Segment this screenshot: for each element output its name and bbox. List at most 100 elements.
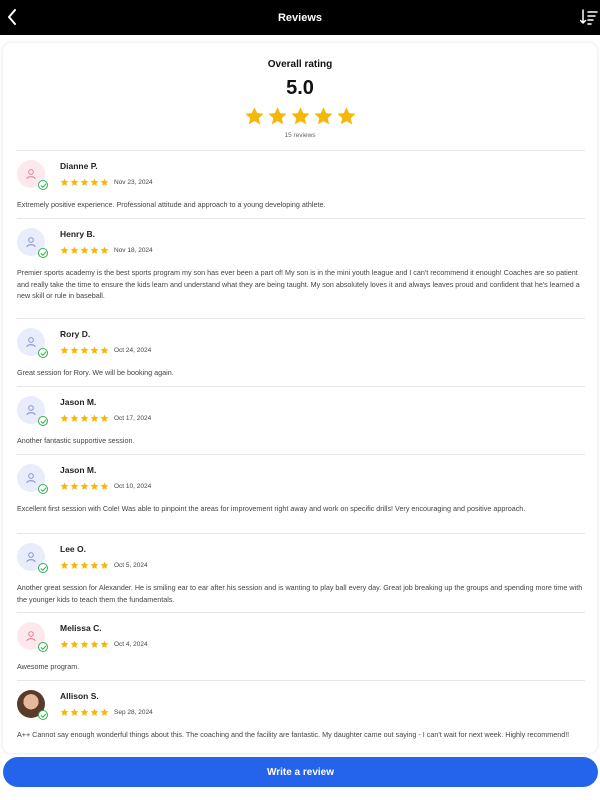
review-date: Oct 24, 2024	[114, 347, 152, 354]
page-title: Reviews	[277, 11, 323, 24]
star-icon	[80, 246, 89, 254]
verified-badge	[38, 710, 48, 720]
review-meta: Oct 10, 2024	[60, 482, 151, 491]
review-text: A++ Cannot say enough wonderful things a…	[17, 730, 570, 739]
verified-badge	[38, 348, 48, 358]
verified-badge	[38, 180, 48, 190]
star-icon	[70, 640, 79, 648]
review-item: Dianne P. Nov 23, 2024 Extremely positive …	[17, 150, 585, 218]
star-icon	[267, 107, 287, 125]
user-icon	[26, 237, 36, 248]
review-text: Excellent first session with Cole! Was a…	[17, 504, 526, 513]
review-date: Oct 4, 2024	[114, 641, 148, 648]
overall-rating-label: Overall rating	[267, 59, 333, 70]
reviewer-name: Jason M.	[60, 465, 97, 475]
user-icon	[26, 337, 36, 348]
header-bar: Reviews	[0, 0, 600, 35]
star-icon	[100, 178, 109, 186]
review-stars	[60, 708, 109, 717]
verified-badge	[38, 484, 48, 494]
avatar	[17, 543, 48, 573]
review-stars	[60, 178, 109, 187]
avatar	[17, 622, 48, 652]
overall-rating-score: 5.0	[286, 77, 314, 99]
review-stars	[60, 414, 109, 423]
star-icon	[100, 246, 109, 254]
review-count: 15 reviews	[284, 132, 316, 139]
star-icon	[80, 346, 89, 354]
star-icon	[90, 640, 99, 648]
review-date: Oct 5, 2024	[114, 562, 148, 569]
review-text: Great session for Rory. We will be booki…	[17, 368, 174, 377]
check-icon	[40, 250, 46, 256]
review-item: Rory D. Oct 24, 2024 Great session for Ror…	[17, 318, 585, 386]
star-icon	[100, 640, 109, 648]
reviewer-name: Lee O.	[60, 544, 86, 554]
review-meta: Oct 24, 2024	[60, 346, 151, 355]
check-icon	[40, 350, 46, 356]
review-meta: Oct 4, 2024	[60, 640, 148, 649]
back-button[interactable]	[4, 8, 20, 26]
star-icon	[80, 414, 89, 422]
avatar	[17, 690, 48, 720]
review-date: Nov 23, 2024	[114, 179, 153, 186]
user-icon	[26, 405, 36, 416]
review-stars	[60, 640, 109, 649]
review-date: Oct 10, 2024	[114, 483, 152, 490]
star-icon	[70, 346, 79, 354]
reviewer-name: Melissa C.	[60, 623, 102, 633]
avatar	[17, 396, 48, 426]
star-icon	[60, 346, 69, 354]
star-icon	[60, 482, 69, 490]
verified-badge	[38, 563, 48, 573]
review-date: Oct 17, 2024	[114, 415, 152, 422]
write-review-button[interactable]: Write a review	[3, 757, 598, 787]
star-icon	[90, 482, 99, 490]
review-meta: Nov 18, 2024	[60, 246, 153, 255]
review-date: Nov 18, 2024	[114, 247, 153, 254]
check-icon	[40, 486, 46, 492]
star-icon	[100, 482, 109, 490]
review-meta: Oct 5, 2024	[60, 561, 148, 570]
star-icon	[70, 561, 79, 569]
star-icon	[70, 414, 79, 422]
star-icon	[60, 246, 69, 254]
review-text: Premier sports academy is the best sport…	[17, 268, 580, 300]
star-icon	[313, 107, 333, 125]
review-stars	[60, 346, 109, 355]
user-icon	[26, 473, 36, 484]
star-icon	[244, 107, 264, 125]
overall-rating-stars	[3, 106, 597, 127]
star-icon	[100, 414, 109, 422]
verified-badge	[38, 248, 48, 258]
check-icon	[40, 182, 46, 188]
review-item: Lee O. Oct 5, 2024 Another great session f…	[17, 533, 585, 612]
review-text: Another great session for Alexander. He …	[17, 583, 583, 604]
check-icon	[40, 418, 46, 424]
star-icon	[70, 178, 79, 186]
star-icon	[90, 346, 99, 354]
verified-badge	[38, 642, 48, 652]
user-icon	[26, 552, 36, 563]
star-icon	[60, 561, 69, 569]
review-stars	[60, 246, 109, 255]
sort-button[interactable]	[579, 8, 598, 26]
star-icon	[60, 414, 69, 422]
avatar	[17, 228, 48, 258]
review-meta: Oct 17, 2024	[60, 414, 151, 423]
star-icon	[100, 708, 109, 716]
star-icon	[90, 246, 99, 254]
star-icon	[70, 482, 79, 490]
check-icon	[40, 644, 46, 650]
review-meta: Sep 28, 2024	[60, 708, 153, 717]
star-icon	[70, 708, 79, 716]
star-icon	[60, 640, 69, 648]
rating-summary: Overall rating 5.0 15 reviews	[3, 43, 597, 149]
review-date: Sep 28, 2024	[114, 709, 153, 716]
star-icon	[80, 640, 89, 648]
review-item: Jason M. Oct 17, 2024 Another fantastic su…	[17, 386, 585, 454]
reviewer-name: Jason M.	[60, 397, 97, 407]
sort-descending-icon	[579, 9, 598, 25]
star-icon	[100, 346, 109, 354]
star-icon	[80, 482, 89, 490]
